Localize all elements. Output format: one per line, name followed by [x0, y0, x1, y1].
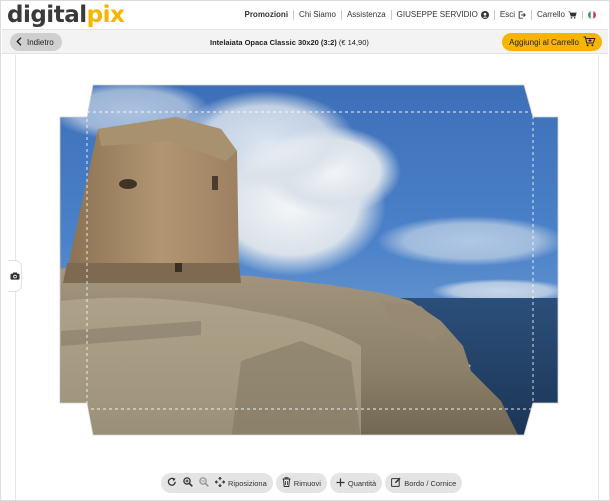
zoom-out-button[interactable]	[199, 477, 209, 489]
quantity-group: Quantità	[329, 473, 383, 493]
photo-toolbar: Riposiziona Rimuovi Quantità Bordo / Cor…	[161, 473, 463, 493]
photo-upload-tab[interactable]	[8, 260, 22, 292]
edit-tools-group: Riposiziona	[161, 473, 273, 493]
move-icon	[214, 476, 226, 489]
quantity-button[interactable]: Quantità	[336, 478, 376, 489]
zoom-in-icon	[183, 477, 193, 489]
trash-icon	[282, 477, 291, 489]
photo-image	[60, 85, 558, 435]
remove-group: Rimuovi	[275, 473, 327, 493]
edit-icon	[391, 477, 401, 489]
zoom-in-button[interactable]	[183, 477, 193, 489]
border-group: Bordo / Cornice	[385, 473, 463, 493]
border-frame-label: Bordo / Cornice	[404, 478, 457, 488]
editor-page: digitalpix Promozioni Chi Siamo Assisten…	[0, 0, 610, 501]
reposition-button[interactable]: Riposiziona	[214, 476, 267, 489]
remove-button[interactable]: Rimuovi	[282, 477, 321, 489]
quantity-label: Quantità	[347, 478, 377, 488]
rotate-icon	[167, 477, 177, 489]
camera-icon	[10, 267, 20, 285]
remove-label: Rimuovi	[293, 478, 321, 488]
border-frame-button[interactable]: Bordo / Cornice	[391, 477, 456, 489]
reposition-label: Riposiziona	[228, 478, 267, 488]
zoom-out-icon	[199, 477, 209, 489]
plus-icon	[336, 478, 345, 489]
rotate-button[interactable]	[167, 477, 177, 489]
photo-canvas[interactable]	[1, 1, 610, 501]
